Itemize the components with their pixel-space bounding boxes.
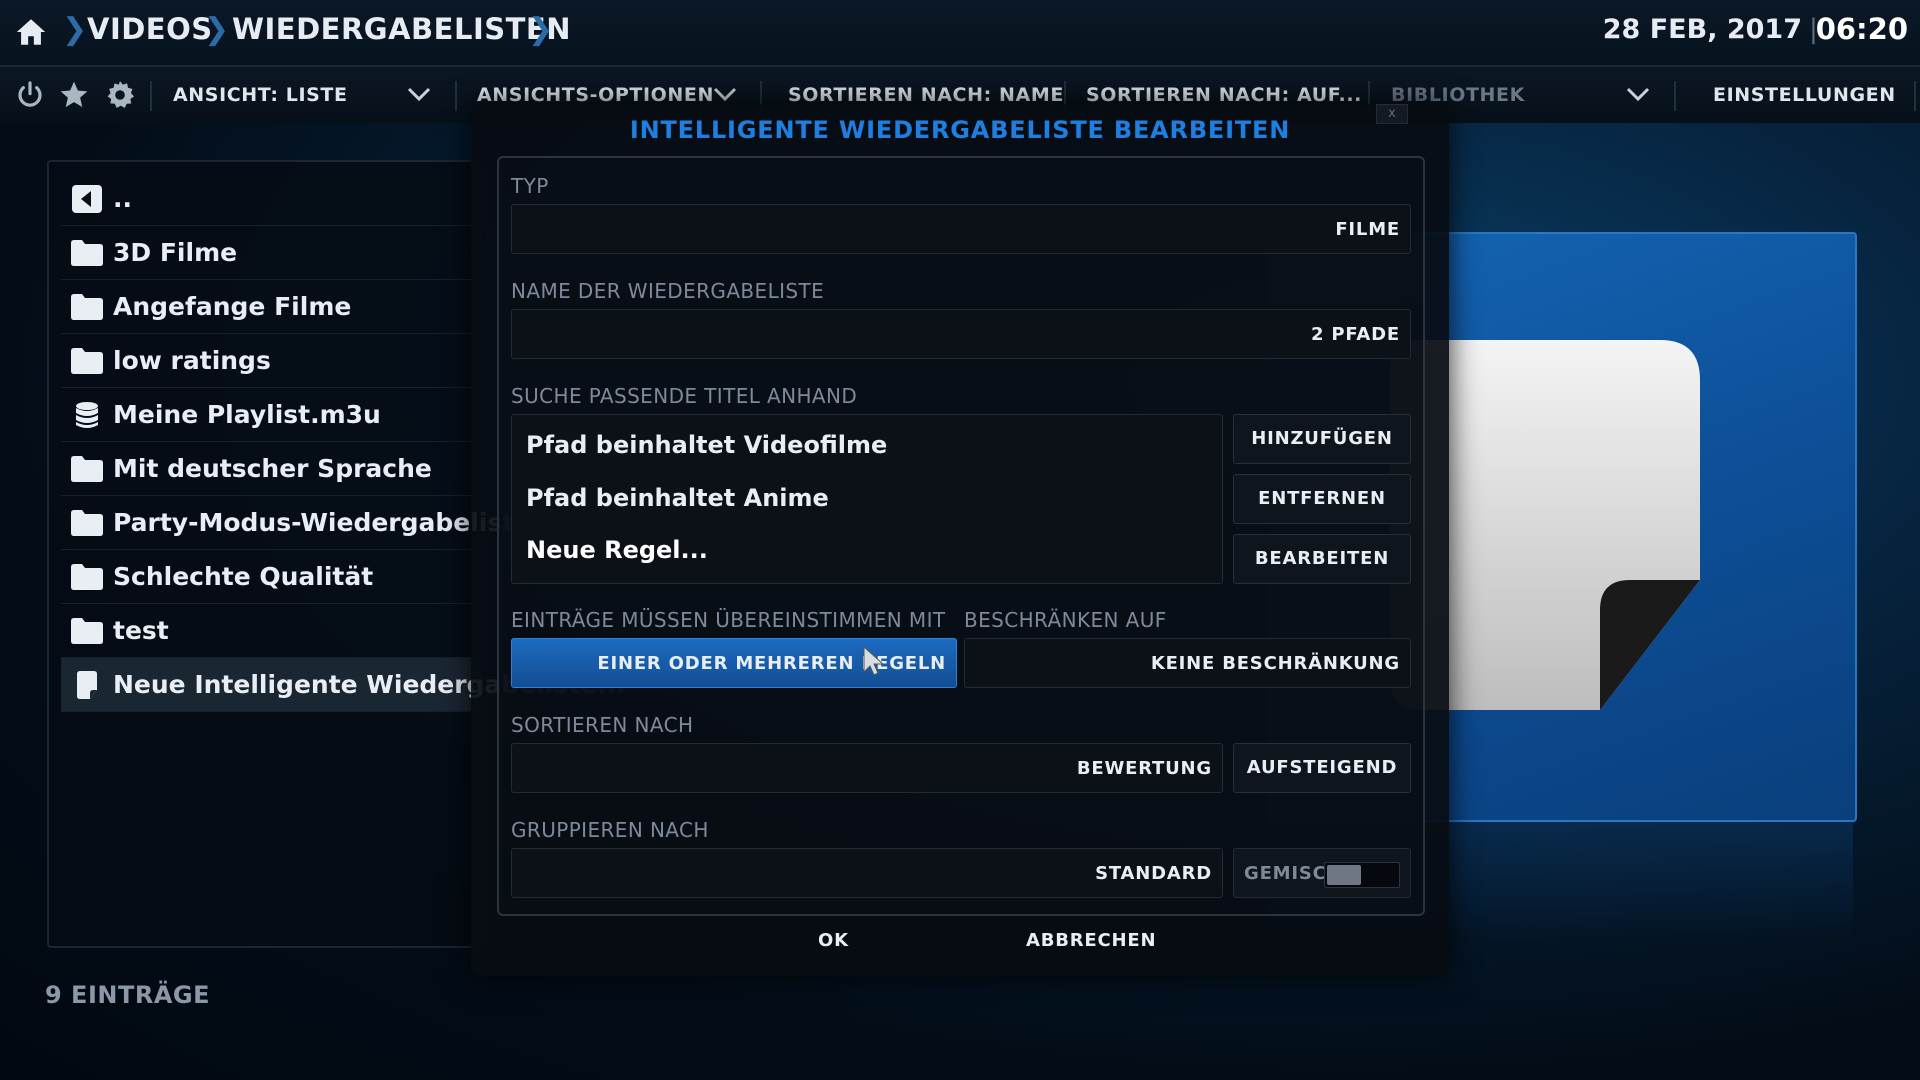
type-value: FILME [1335,219,1400,240]
list-item-label: Party-Modus-Wiedergabeliste [113,508,532,537]
limit-selector[interactable]: KEINE BESCHRÄNKUNG [964,638,1411,688]
top-bar: ❯ VIDEOS ❯ WIEDERGABELISTEN ❯ 28 FEB, 20… [0,0,1920,67]
list-item[interactable]: low ratings [61,334,479,388]
list-item[interactable]: Mit deutscher Sprache [61,442,479,496]
sort-order-button[interactable]: SORTIEREN NACH: AUF... [1086,84,1362,106]
playlist-name-value: 2 PFADE [1311,324,1400,345]
list-item[interactable]: Party-Modus-Wiedergabeliste [61,496,531,550]
match-value: EINER ODER MEHREREN REGELN [597,653,946,674]
list-item-label: Angefange Filme [113,292,352,321]
dialog-body: TYP FILME NAME DER WIEDERGABELISTE 2 PFA… [497,156,1425,916]
match-selector[interactable]: EINER ODER MEHREREN REGELN [511,638,957,688]
date-display: 28 FEB, 2017 [1602,14,1802,45]
remove-rule-button[interactable]: ENTFERNEN [1233,474,1411,524]
home-icon[interactable] [14,15,48,49]
chevron-down-icon[interactable] [1625,85,1651,103]
file-list: .. 3D Filme Angefange Filme low ratings … [47,160,626,948]
view-mode-button[interactable]: ANSICHT: LISTE [173,84,348,106]
star-icon[interactable] [58,79,90,111]
sort-by-button[interactable]: SORTIEREN NACH: NAME [788,84,1064,106]
folder-icon [71,240,103,266]
rules-label: SUCHE PASSENDE TITEL ANHAND [511,384,858,408]
sort-field-selector[interactable]: BEWERTUNG [511,743,1223,793]
playlist-name-label: NAME DER WIEDERGABELISTE [511,279,825,303]
list-item-label: Mit deutscher Sprache [113,454,432,483]
gear-icon[interactable] [104,79,136,111]
settings-button[interactable]: EINSTELLUNGEN [1713,84,1896,106]
limit-label: BESCHRÄNKEN AUF [964,608,1167,632]
list-item[interactable]: test [61,604,479,658]
group-selector[interactable]: STANDARD [511,848,1223,898]
list-item-label: test [113,616,169,645]
folder-icon [71,618,103,644]
cancel-button[interactable]: ABBRECHEN [1026,930,1156,951]
list-item-label: low ratings [113,346,271,375]
match-label: EINTRÄGE MÜSSEN ÜBEREINSTIMMEN MIT [511,608,946,632]
breadcrumb-separator: ❯ [204,12,230,47]
breadcrumb-playlists[interactable]: WIEDERGABELISTEN [232,12,571,46]
toolbar-divider [1674,81,1676,111]
group-label: GRUPPIEREN NACH [511,818,709,842]
document-icon [77,671,97,699]
list-item-parent[interactable]: .. [61,172,479,226]
rule-item[interactable]: Pfad beinhaltet Anime [526,484,829,512]
limit-value: KEINE BESCHRÄNKUNG [1150,653,1400,674]
item-count: 9 EINTRÄGE [45,981,210,1009]
breadcrumb-separator: ❯ [528,12,554,47]
list-item-label: 3D Filme [113,238,238,267]
list-item[interactable]: 3D Filme [61,226,479,280]
toggle-track [1324,862,1400,888]
rules-list: Pfad beinhaltet Videofilme Pfad beinhalt… [511,414,1223,584]
list-item[interactable]: Meine Playlist.m3u [61,388,479,442]
sort-direction-button[interactable]: AUFSTEIGEND [1233,743,1411,793]
folder-icon [71,348,103,374]
folder-icon [71,510,103,536]
list-item-label: .. [113,184,132,213]
toggle-knob [1327,865,1361,885]
mixed-toggle[interactable]: GEMISCHT [1233,848,1411,898]
sort-label: SORTIEREN NACH [511,713,694,737]
toolbar-divider [150,81,152,111]
playlist-name-field[interactable]: 2 PFADE [511,309,1411,359]
playlist-icon [76,402,98,428]
folder-icon [71,564,103,590]
new-rule-item[interactable]: Neue Regel... [526,536,708,564]
sort-value: BEWERTUNG [1076,758,1212,779]
folder-icon [71,456,103,482]
breadcrumb-videos[interactable]: VIDEOS [87,12,213,46]
type-field[interactable]: FILME [511,204,1411,254]
list-item[interactable]: Angefange Filme [61,280,479,334]
back-icon [72,185,102,213]
list-item-label: Schlechte Qualität [113,562,374,591]
dialog-title: INTELLIGENTE WIEDERGABELISTE BEARBEITEN [629,116,1291,144]
library-button[interactable]: BIBLIOTHEK [1391,84,1525,106]
rule-item[interactable]: Pfad beinhaltet Videofilme [526,431,887,459]
add-rule-button[interactable]: HINZUFÜGEN [1233,414,1411,464]
toolbar-divider [455,81,457,111]
breadcrumb-separator: ❯ [62,12,88,47]
ok-button[interactable]: OK [818,930,849,951]
edit-rule-button[interactable]: BEARBEITEN [1233,534,1411,584]
list-item-selected[interactable]: Neue Intelligente Wiedergabeliste... [61,658,626,712]
list-item[interactable]: Schlechte Qualität [61,550,479,604]
list-item-label: Meine Playlist.m3u [113,400,381,429]
toolbar-divider [1914,81,1916,111]
folder-icon [71,294,103,320]
chevron-down-icon[interactable] [712,85,738,103]
group-value: STANDARD [1095,863,1212,884]
view-options-button[interactable]: ANSICHTS-OPTIONEN [477,84,714,106]
mouse-cursor-icon [863,645,885,676]
chevron-down-icon[interactable] [406,85,432,103]
power-icon[interactable] [14,79,46,111]
smart-playlist-dialog: x INTELLIGENTE WIEDERGABELISTE BEARBEITE… [471,104,1449,976]
type-label: TYP [511,174,549,198]
time-display: 06:20 [1815,12,1908,46]
